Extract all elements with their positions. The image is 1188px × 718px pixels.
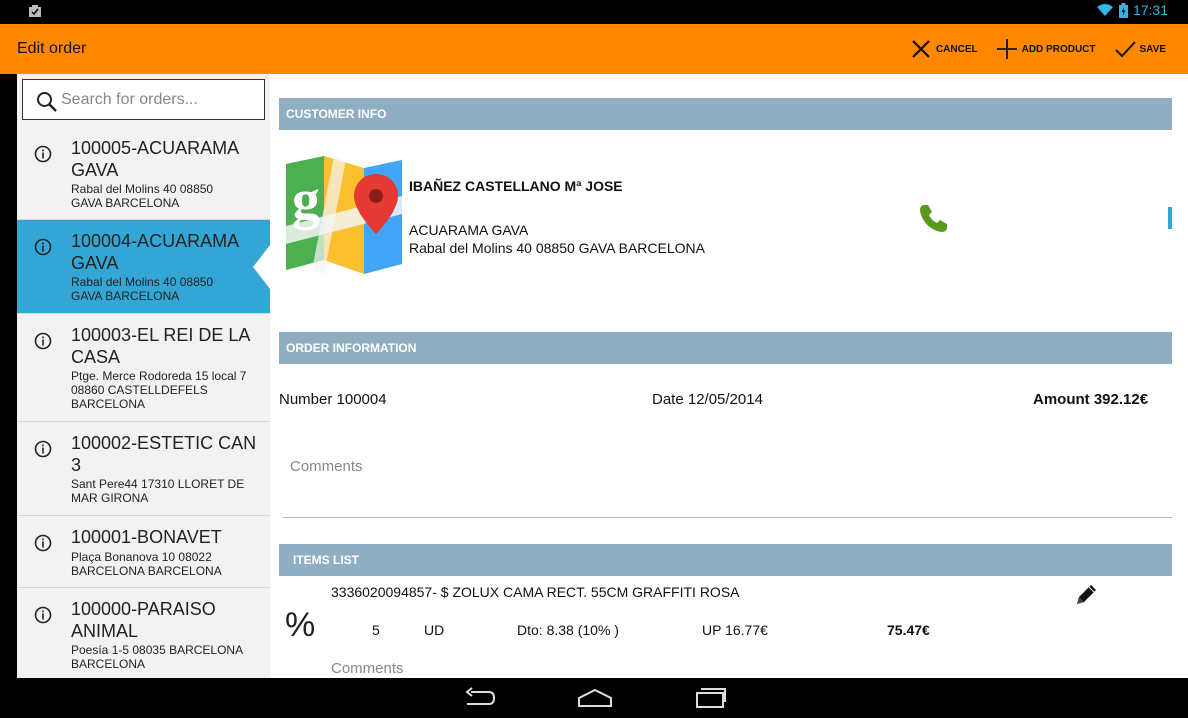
customer-name: IBAÑEZ CASTELLANO Mª JOSE (409, 178, 623, 194)
recent-apps-icon[interactable] (695, 686, 727, 710)
orders-sidebar: 100005-ACUARAMA GAVA Rabal del Molins 40… (17, 74, 270, 678)
item-code-description: 3336020094857- $ ZOLUX CAMA RECT. 55CM G… (331, 584, 740, 600)
order-title: 100002-ESTETIC CAN 3 (71, 433, 257, 475)
back-icon[interactable] (463, 686, 497, 710)
action-bar-actions: CANCEL ADD PRODUCT SAVE (910, 24, 1166, 74)
item-comments: Comments (331, 660, 404, 677)
battery-icon (1118, 2, 1128, 18)
order-address-line1: Ptge. Merce Rodoreda 15 local 7 (71, 369, 247, 383)
info-icon (34, 145, 52, 163)
plus-icon (996, 39, 1017, 59)
order-list-item[interactable]: 100002-ESTETIC CAN 3 Sant Pere44 17310 L… (17, 422, 270, 516)
info-icon (34, 534, 52, 552)
checkmark-icon (1114, 41, 1136, 58)
order-list-item[interactable]: 100005-ACUARAMA GAVA Rabal del Molins 40… (17, 127, 270, 220)
order-list: 100005-ACUARAMA GAVA Rabal del Molins 40… (17, 127, 270, 678)
order-list-item[interactable]: 100003-EL REI DE LA CASA Ptge. Merce Rod… (17, 314, 270, 422)
customer-info-header: CUSTOMER INFO (279, 98, 1172, 130)
items-list-header: ITEMS LIST (279, 544, 1172, 576)
selection-pointer (252, 245, 270, 289)
close-icon (912, 40, 930, 58)
order-address-line2: BARCELONA (71, 657, 146, 671)
order-address-line3: BARCELONA (71, 397, 146, 411)
order-information-header: ORDER INFORMATION (279, 332, 1172, 364)
info-icon (34, 332, 52, 350)
navigation-bar (0, 678, 1188, 718)
order-address-line1: Rabal del Molins 40 08850 (71, 275, 214, 289)
notification-icon (29, 5, 41, 17)
google-maps-icon[interactable]: g (284, 156, 402, 274)
order-address-line2: 08860 CASTELLDEFELS (71, 383, 208, 397)
search-icon (37, 92, 57, 112)
tablet-screen: 17:31 Edit order CANCEL ADD PRODUCT SAVE… (0, 0, 1188, 718)
item-discount: Dto: 8.38 (10% ) (517, 622, 619, 638)
order-title: 100000-PARAISO ANIMAL (71, 599, 216, 641)
edge-indicator (1168, 207, 1172, 229)
svg-text:g: g (292, 169, 320, 231)
order-title: 100004-ACUARAMA GAVA (71, 231, 239, 273)
info-icon (34, 440, 52, 458)
order-address-line1: Poesía 1-5 08035 BARCELONA (71, 643, 244, 657)
order-address-line1: Rabal del Molins 40 08850 (71, 182, 214, 196)
cancel-button[interactable]: CANCEL (910, 38, 978, 60)
order-address-line2: BARCELONA BARCELONA (71, 564, 222, 578)
clock: 17:31 (1132, 2, 1168, 18)
order-detail-pane: CUSTOMER INFO g IBAÑEZ CASTELLANO Mª JOS… (270, 74, 1188, 678)
info-icon (34, 238, 52, 256)
order-title: 100005-ACUARAMA GAVA (71, 138, 239, 180)
customer-company: ACUARAMA GAVA (409, 222, 529, 238)
add-product-button[interactable]: ADD PRODUCT (996, 38, 1096, 60)
order-address-line2: GAVA BARCELONA (71, 196, 180, 210)
save-button[interactable]: SAVE (1114, 38, 1167, 60)
order-address-line1: Sant Pere44 17310 LLORET DE (71, 477, 245, 491)
order-address-line2: MAR GIRONA (71, 491, 149, 505)
wifi-icon (1096, 4, 1113, 16)
pencil-icon[interactable] (1073, 582, 1099, 608)
status-bar: 17:31 (0, 0, 1188, 24)
search-input[interactable] (61, 88, 261, 112)
items-list-label: ITEMS LIST (293, 544, 359, 576)
page-title: Edit order (17, 40, 87, 57)
add-product-label: ADD PRODUCT (1021, 43, 1096, 55)
info-icon (34, 606, 52, 624)
order-date: Date 12/05/2014 (652, 391, 763, 408)
phone-icon[interactable] (918, 202, 950, 234)
order-list-item-selected[interactable]: 100004-ACUARAMA GAVA Rabal del Molins 40… (17, 220, 270, 314)
order-number: Number 100004 (279, 391, 387, 408)
item-quantity: 5 (372, 622, 380, 638)
order-amount: Amount 392.12€ (1033, 391, 1149, 408)
status-indicators: 17:31 (1096, 2, 1168, 18)
order-list-item[interactable]: 100000-PARAISO ANIMAL Poesía 1-5 08035 B… (17, 588, 270, 678)
order-address-line2: GAVA BARCELONA (71, 289, 180, 303)
order-list-item[interactable]: 100001-BONAVET Plaça Bonanova 10 08022 B… (17, 516, 270, 588)
customer-address: Rabal del Molins 40 08850 GAVA BARCELONA (409, 240, 705, 256)
save-label: SAVE (1139, 43, 1167, 55)
discount-percent-icon: % (285, 606, 316, 644)
action-bar: Edit order CANCEL ADD PRODUCT SAVE (0, 24, 1188, 74)
item-unit: UD (424, 622, 445, 638)
item-total: 75.47€ (887, 622, 930, 638)
home-icon[interactable] (577, 686, 613, 710)
cancel-label: CANCEL (935, 43, 978, 55)
item-unit-price: UP 16.77€ (702, 622, 768, 638)
search-box (22, 79, 265, 120)
order-comments-field[interactable] (283, 452, 1172, 518)
order-address-line1: Plaça Bonanova 10 08022 (71, 550, 212, 564)
order-title: 100003-EL REI DE LA CASA (71, 325, 250, 367)
order-title: 100001-BONAVET (71, 527, 222, 547)
